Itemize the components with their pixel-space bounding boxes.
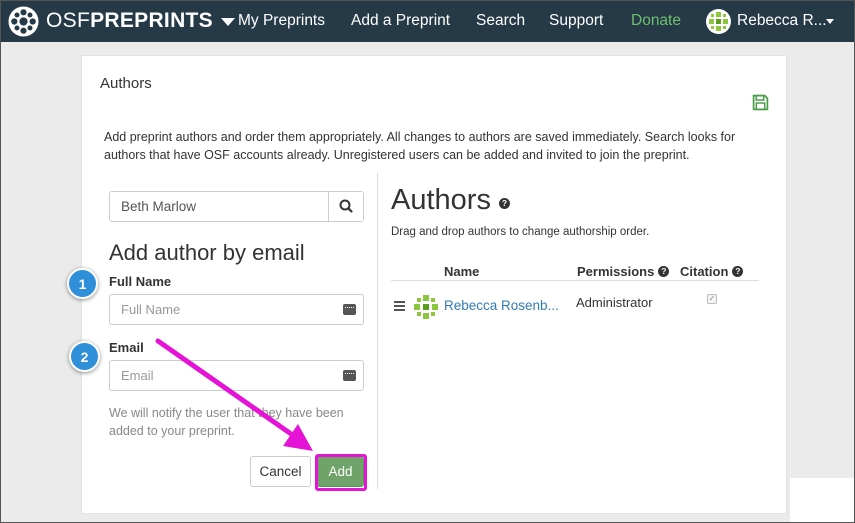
authors-title-text: Authors xyxy=(391,184,491,216)
keyboard-icon xyxy=(343,304,356,315)
column-permissions-label: Permissions xyxy=(577,264,655,279)
column-citation-label: Citation xyxy=(680,264,729,279)
drag-drop-note: Drag and drop authors to change authorsh… xyxy=(391,226,650,238)
nav-my-preprints[interactable]: My Preprints xyxy=(238,12,325,30)
step-badge-2: 2 xyxy=(69,341,100,372)
osf-logo-icon xyxy=(8,5,39,37)
brand[interactable]: OSFPREPRINTS xyxy=(8,5,235,37)
authors-section-panel: Authors Add preprint authors and order t… xyxy=(81,55,787,514)
section-description: Add preprint authors and order them appr… xyxy=(104,130,736,162)
help-icon[interactable]: ? xyxy=(732,266,744,277)
top-navbar: OSFPREPRINTS My Preprints Add a Preprint… xyxy=(0,0,855,42)
section-heading: Authors xyxy=(100,75,152,92)
search-button[interactable] xyxy=(328,192,363,221)
nav-donate[interactable]: Donate xyxy=(631,12,681,30)
nav-support[interactable]: Support xyxy=(549,12,603,30)
author-name-link[interactable]: Rebecca Rosenb... xyxy=(444,298,559,313)
authors-list-title: Authors ? xyxy=(391,184,510,217)
column-name-label: Name xyxy=(444,264,480,279)
nav-search[interactable]: Search xyxy=(476,12,525,30)
full-name-label: Full Name xyxy=(109,274,172,289)
help-icon[interactable]: ? xyxy=(498,198,510,209)
bottom-right-blank xyxy=(790,478,854,522)
step-badge-1: 1 xyxy=(67,268,98,299)
email-label: Email xyxy=(109,340,144,355)
brand-prefix: OSF xyxy=(46,9,91,32)
brand-text: OSFPREPRINTS xyxy=(46,9,213,33)
table-header-divider xyxy=(391,280,759,281)
drag-handle-icon[interactable] xyxy=(394,301,405,313)
add-button[interactable]: Add xyxy=(317,456,364,487)
author-avatar-icon xyxy=(414,295,438,319)
save-icon xyxy=(752,94,769,111)
user-name[interactable]: Rebecca R... xyxy=(737,12,827,30)
user-avatar-icon[interactable] xyxy=(706,9,731,34)
user-dropdown-caret-icon[interactable] xyxy=(826,19,834,24)
column-divider xyxy=(377,173,378,489)
author-search-input[interactable] xyxy=(110,192,328,221)
full-name-input[interactable] xyxy=(110,295,332,324)
brand-dropdown-caret-icon[interactable] xyxy=(220,18,235,26)
citation-checkbox[interactable]: ✓ xyxy=(707,294,717,304)
column-header-citation: Citation ? xyxy=(680,264,744,279)
search-icon xyxy=(339,199,353,213)
author-permission[interactable]: Administrator xyxy=(576,295,653,310)
column-header-name: Name xyxy=(444,264,479,279)
brand-suffix: PREPRINTS xyxy=(90,9,213,32)
full-name-field xyxy=(109,294,364,325)
email-field xyxy=(109,360,364,391)
email-input[interactable] xyxy=(110,361,332,390)
nav-add-preprint[interactable]: Add a Preprint xyxy=(351,12,450,30)
notify-text: We will notify the user that they have b… xyxy=(109,406,344,438)
add-author-by-email-title: Add author by email xyxy=(109,240,305,265)
cancel-button[interactable]: Cancel xyxy=(250,456,311,487)
column-header-permissions: Permissions ? xyxy=(577,264,670,279)
keyboard-icon xyxy=(343,370,356,381)
author-search-box xyxy=(109,191,364,222)
help-icon[interactable]: ? xyxy=(658,266,670,277)
